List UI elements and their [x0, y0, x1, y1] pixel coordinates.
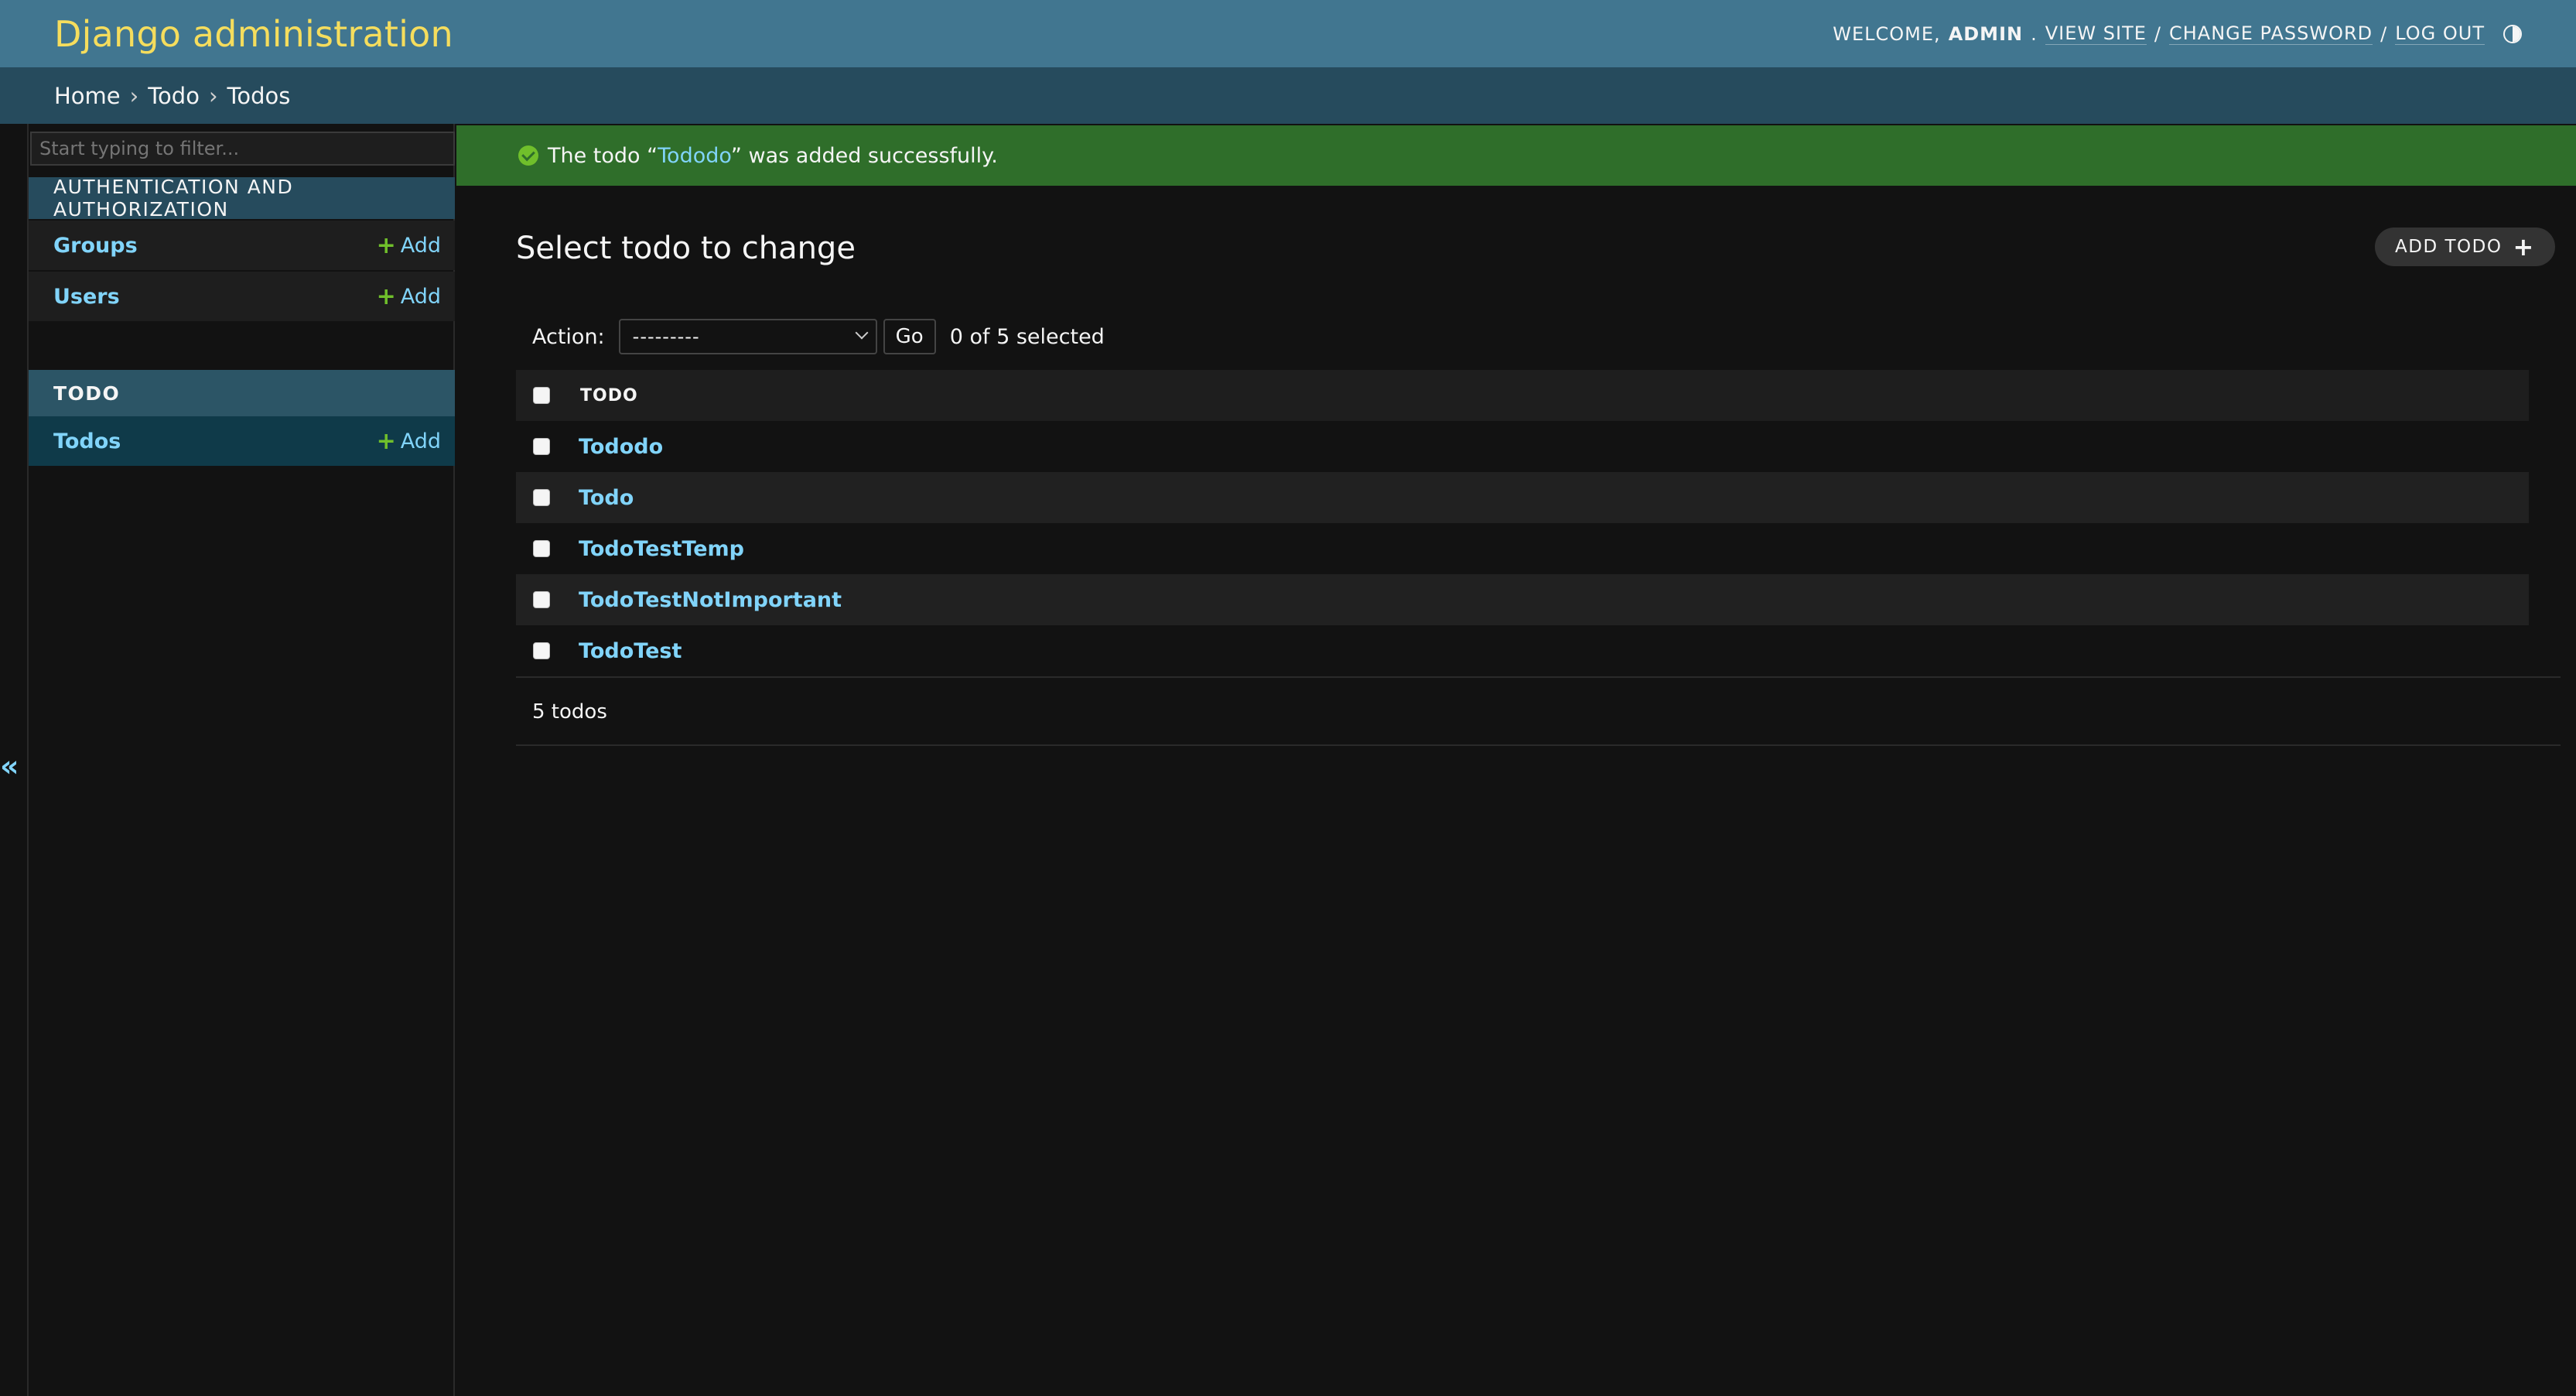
log-out-link[interactable]: LOG OUT: [2395, 22, 2485, 45]
app-caption-todo[interactable]: TODO: [29, 370, 455, 416]
add-todo-button[interactable]: ADD TODO +: [2375, 228, 2555, 266]
groups-link[interactable]: Groups: [53, 234, 138, 258]
add-todo-label: ADD TODO: [2395, 237, 2503, 257]
users-link[interactable]: Users: [53, 285, 120, 309]
column-header-todo[interactable]: TODO: [580, 386, 638, 405]
table-row: Todo: [516, 472, 2529, 523]
period: .: [2031, 22, 2038, 45]
add-user-button[interactable]: + Add: [377, 283, 441, 310]
table-row: TodoTest: [516, 625, 2529, 676]
action-label: Action:: [532, 324, 605, 349]
todo-link[interactable]: TodoTest: [579, 639, 682, 663]
todo-link[interactable]: Tododo: [579, 435, 663, 459]
add-todo-sidebar-button[interactable]: + Add: [377, 428, 441, 455]
toggle-sidebar-button[interactable]: «: [0, 751, 20, 782]
actions-bar: Action: --------- Go 0 of 5 selected: [516, 317, 1105, 356]
breadcrumb-separator: ›: [208, 82, 218, 109]
separator: /: [2154, 22, 2161, 45]
app-caption-label: TODO: [53, 382, 121, 405]
divider: [516, 676, 2561, 678]
go-button[interactable]: Go: [883, 319, 936, 354]
nav-sidebar: AUTHENTICATION AND AUTHORIZATION Groups …: [27, 124, 455, 1396]
row-checkbox[interactable]: [533, 438, 550, 455]
add-group-button[interactable]: + Add: [377, 232, 441, 259]
breadcrumb-separator: ›: [129, 82, 139, 109]
table-header-row: TODO: [516, 370, 2529, 421]
table-row: Tododo: [516, 421, 2529, 472]
message-suffix: ” was added successfully.: [730, 143, 998, 168]
result-table: TODO Tododo Todo TodoTestTemp TodoTestNo…: [516, 370, 2529, 676]
add-label: Add: [400, 233, 441, 258]
breadcrumb-current: Todos: [227, 82, 291, 109]
plus-icon: +: [376, 282, 396, 310]
sidebar-item-todos: Todos + Add: [29, 416, 455, 466]
app-caption-label: AUTHENTICATION AND AUTHORIZATION: [53, 176, 294, 221]
change-password-link[interactable]: CHANGE PASSWORD: [2168, 22, 2373, 45]
separator: /: [2380, 22, 2388, 45]
divider: [516, 744, 2561, 746]
todo-link[interactable]: TodoTestTemp: [579, 537, 744, 561]
message-prefix: The todo “: [548, 143, 658, 168]
chevron-down-icon: [855, 326, 869, 340]
app-caption-auth[interactable]: AUTHENTICATION AND AUTHORIZATION: [29, 176, 455, 221]
site-branding[interactable]: Django administration: [54, 13, 453, 55]
sidebar-item-users: Users + Add: [29, 272, 455, 321]
plus-icon: +: [376, 427, 396, 455]
success-message: The todo “Tododo” was added successfully…: [456, 125, 2576, 186]
row-checkbox[interactable]: [533, 591, 550, 608]
row-checkbox[interactable]: [533, 489, 550, 506]
todo-link[interactable]: TodoTestNotImportant: [579, 588, 842, 612]
message-text: The todo “Tododo” was added successfully…: [548, 144, 998, 168]
add-label: Add: [400, 429, 441, 453]
theme-toggle-icon[interactable]: [2503, 24, 2522, 43]
sidebar-filter-input[interactable]: [30, 132, 455, 166]
selection-counter: 0 of 5 selected: [949, 324, 1105, 349]
breadcrumb: Home › Todo › Todos: [0, 67, 2576, 124]
breadcrumb-todo-app[interactable]: Todo: [148, 83, 200, 109]
breadcrumb-home[interactable]: Home: [54, 83, 121, 109]
action-select-value: ---------: [632, 326, 700, 347]
header: Django administration WELCOME, ADMIN. VI…: [0, 0, 2576, 67]
username: ADMIN: [1948, 22, 2024, 45]
page-title: Select todo to change: [516, 231, 856, 266]
plus-icon: +: [376, 231, 396, 259]
table-row: TodoTestNotImportant: [516, 574, 2529, 625]
message-todo-link[interactable]: Tododo: [658, 144, 731, 168]
success-check-icon: [518, 145, 538, 166]
view-site-link[interactable]: VIEW SITE: [2045, 22, 2147, 45]
paginator: 5 todos: [532, 700, 607, 724]
add-label: Add: [400, 284, 441, 309]
table-row: TodoTestTemp: [516, 523, 2529, 574]
row-checkbox[interactable]: [533, 642, 550, 659]
user-tools: WELCOME, ADMIN. VIEW SITE / CHANGE PASSW…: [1833, 22, 2522, 45]
todo-link[interactable]: Todo: [579, 486, 634, 510]
plus-icon: +: [2513, 232, 2535, 262]
welcome-text: WELCOME,: [1833, 22, 1941, 45]
todos-link[interactable]: Todos: [53, 429, 121, 453]
row-checkbox[interactable]: [533, 540, 550, 557]
action-select[interactable]: ---------: [618, 319, 877, 354]
sidebar-item-groups: Groups + Add: [29, 221, 455, 270]
select-all-checkbox[interactable]: [533, 387, 550, 404]
